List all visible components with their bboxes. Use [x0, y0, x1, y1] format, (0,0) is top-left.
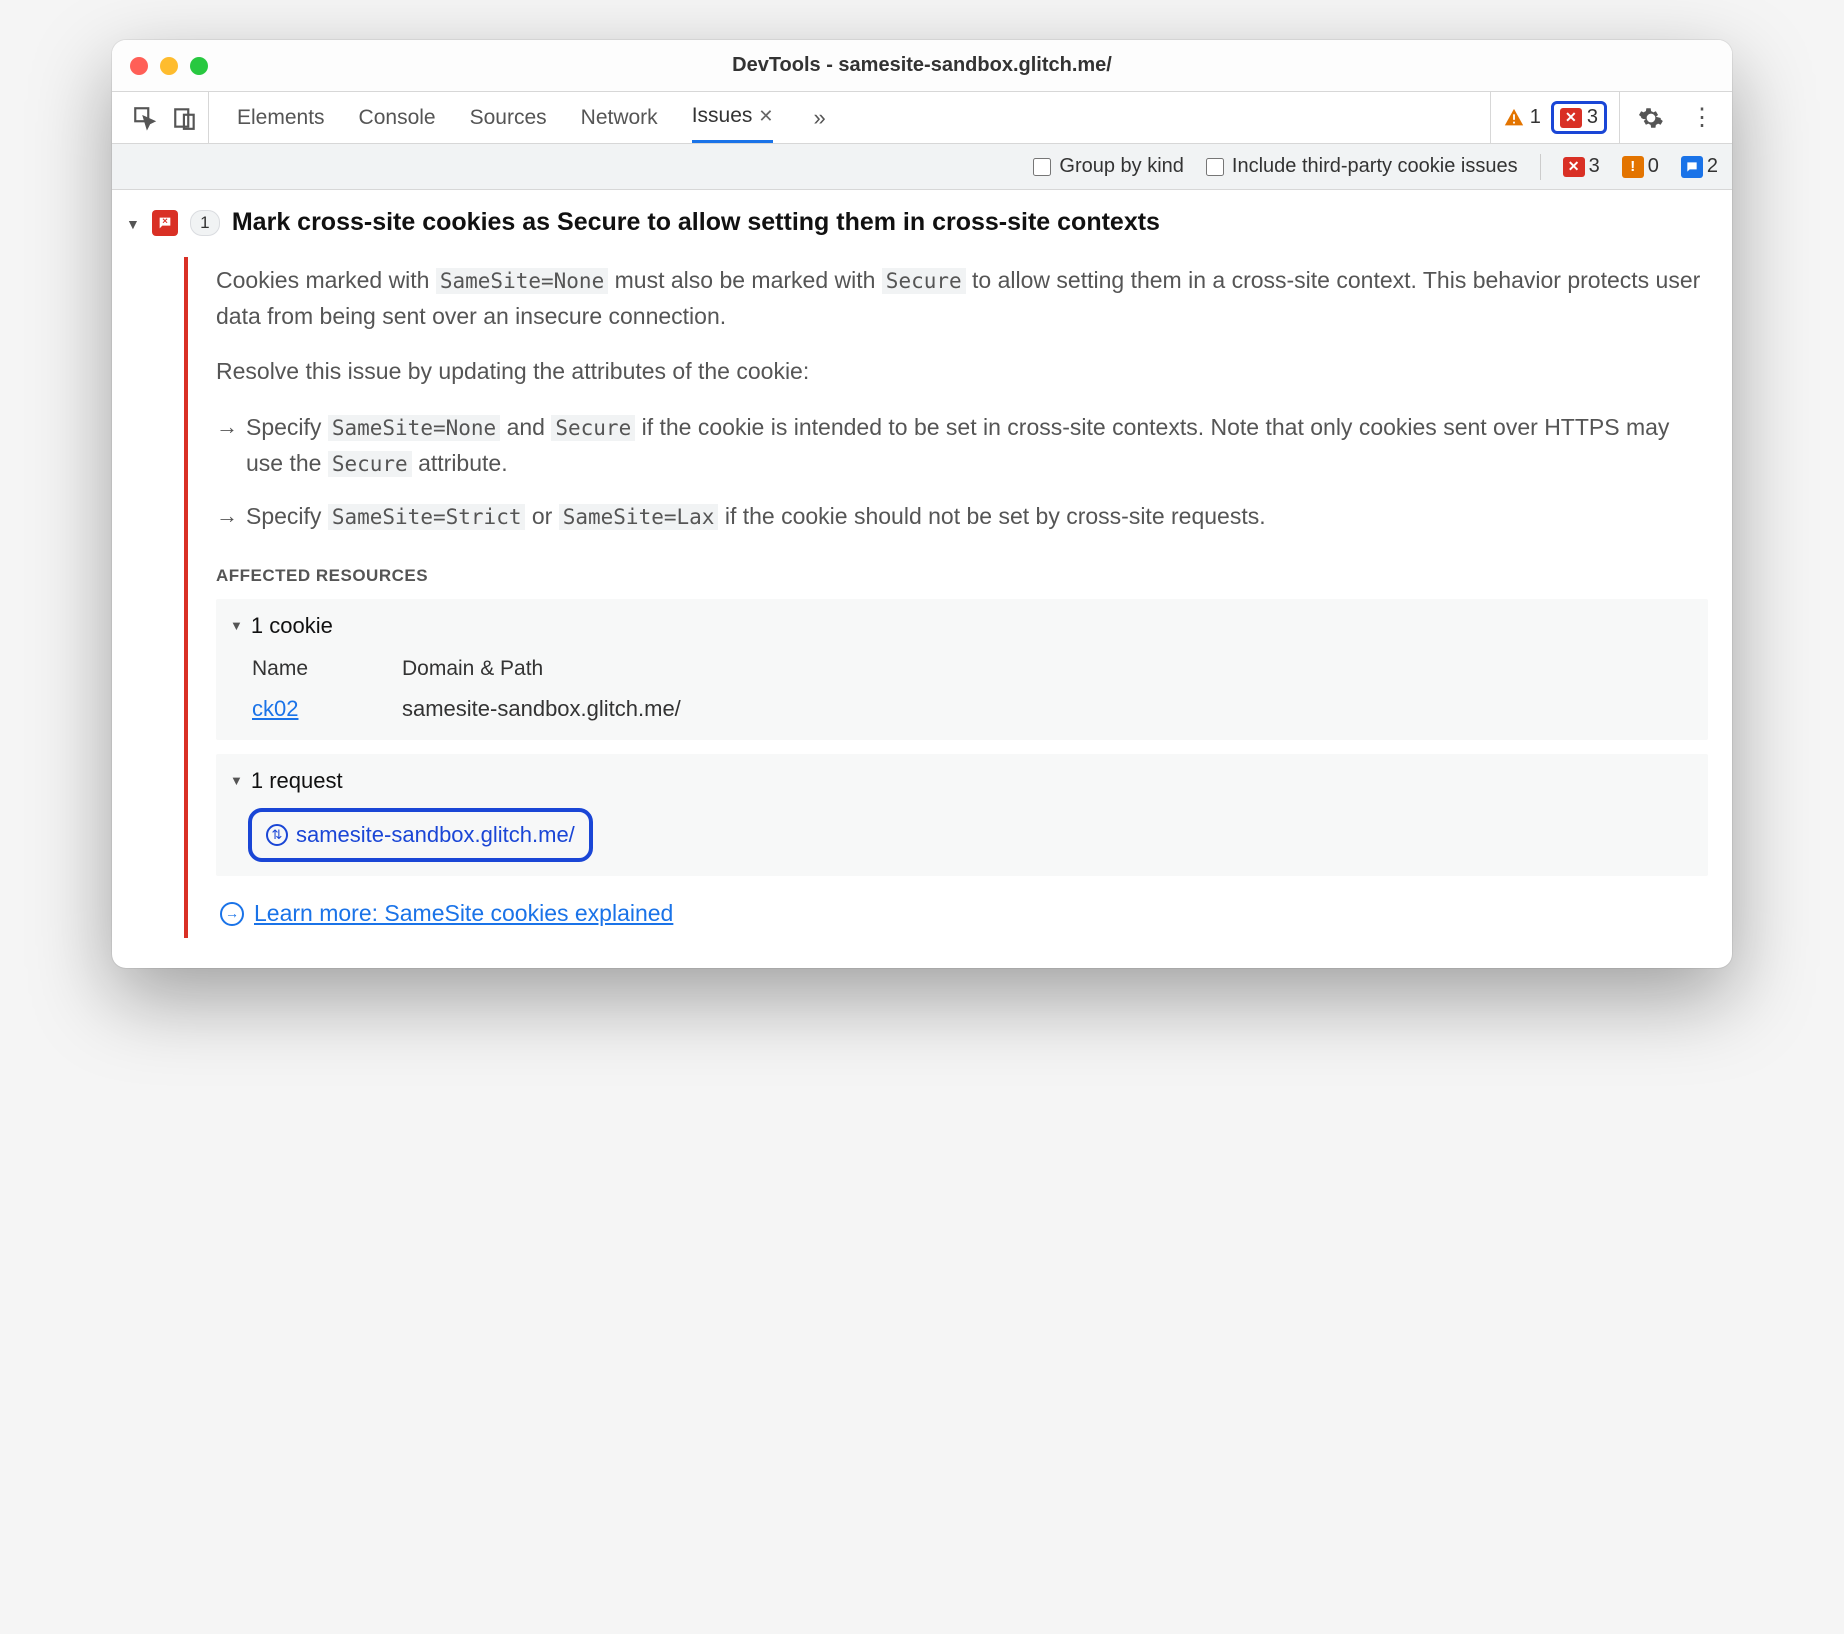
warn-count-value: 0 — [1648, 155, 1659, 178]
tab-list: Elements Console Sources Network Issues … — [217, 92, 832, 143]
window-controls — [130, 57, 208, 75]
warning-icon: ! — [1622, 156, 1644, 178]
group-by-kind-checkbox[interactable]: Group by kind — [1033, 155, 1184, 178]
cookies-header[interactable]: ▼ 1 cookie — [230, 609, 1694, 643]
issue-bullet: → Specify SameSite=Strict or SameSite=La… — [216, 499, 1708, 535]
code-snippet: Secure — [551, 415, 635, 441]
status-chips: 1 ✕ 3 — [1490, 92, 1620, 143]
requests-header[interactable]: ▼ 1 request — [230, 764, 1694, 798]
issues-panel: ▼ ✕ 1 Mark cross-site cookies as Secure … — [112, 190, 1732, 968]
svg-text:✕: ✕ — [162, 217, 168, 226]
tab-elements[interactable]: Elements — [237, 92, 325, 143]
disclose-icon[interactable]: ▼ — [126, 208, 140, 232]
code-snippet: Secure — [328, 451, 412, 477]
inspect-icon[interactable] — [132, 105, 158, 131]
errors-count: 3 — [1587, 106, 1598, 129]
warnings-chip[interactable]: 1 — [1503, 106, 1541, 129]
disclose-icon: ▼ — [230, 616, 243, 636]
issue-paragraph: Cookies marked with SameSite=None must a… — [216, 263, 1708, 334]
tab-network[interactable]: Network — [581, 92, 658, 143]
requests-header-label: 1 request — [251, 764, 343, 798]
affected-resources-heading: AFFECTED RESOURCES — [216, 563, 1708, 589]
error-icon: ✕ — [1560, 108, 1582, 128]
issue-title: Mark cross-site cookies as Secure to all… — [232, 208, 1160, 237]
cookie-name-link[interactable]: ck02 — [252, 696, 298, 721]
issue-paragraph: Resolve this issue by updating the attri… — [216, 354, 1708, 390]
tab-issues-label: Issues — [692, 104, 753, 128]
issue-bullet: → Specify SameSite=None and Secure if th… — [216, 410, 1708, 481]
info-count-chip[interactable]: 2 — [1681, 155, 1718, 178]
col-domain-header: Domain & Path — [402, 653, 681, 686]
requests-section: ▼ 1 request ⇅ samesite-sandbox.glitch.me… — [216, 754, 1708, 876]
code-snippet: SameSite=None — [328, 415, 500, 441]
cookies-header-label: 1 cookie — [251, 609, 333, 643]
error-icon: ✕ — [1563, 157, 1585, 177]
toolbar: Elements Console Sources Network Issues … — [112, 92, 1732, 144]
third-party-checkbox[interactable]: Include third-party cookie issues — [1206, 155, 1518, 178]
cookies-section: ▼ 1 cookie Name ck02 Domain & Path sames… — [216, 599, 1708, 740]
code-snippet: SameSite=Strict — [328, 504, 526, 530]
error-count-value: 3 — [1589, 155, 1600, 178]
warning-icon — [1503, 107, 1525, 129]
warn-count-chip[interactable]: ! 0 — [1622, 155, 1659, 178]
device-toggle-icon[interactable] — [172, 105, 198, 131]
code-snippet: SameSite=Lax — [559, 504, 719, 530]
code-snippet: SameSite=None — [436, 268, 608, 294]
network-icon: ⇅ — [266, 824, 288, 846]
disclose-icon: ▼ — [230, 771, 243, 791]
tab-issues[interactable]: Issues ✕ — [692, 92, 774, 143]
error-count-chip[interactable]: ✕ 3 — [1563, 155, 1600, 178]
minimize-window-button[interactable] — [160, 57, 178, 75]
tab-console[interactable]: Console — [359, 92, 436, 143]
window-title: DevTools - samesite-sandbox.glitch.me/ — [112, 54, 1732, 77]
cookies-table: Name ck02 Domain & Path samesite-sandbox… — [230, 653, 1694, 726]
tab-sources[interactable]: Sources — [470, 92, 547, 143]
settings-button[interactable] — [1638, 105, 1664, 131]
learn-more-row: → Learn more: SameSite cookies explained — [220, 896, 1708, 932]
code-snippet: Secure — [882, 268, 966, 294]
more-tabs-button[interactable]: » — [807, 105, 831, 131]
third-party-label: Include third-party cookie issues — [1232, 155, 1518, 178]
issue-count-badge: 1 — [190, 210, 220, 236]
maximize-window-button[interactable] — [190, 57, 208, 75]
group-by-kind-label: Group by kind — [1059, 155, 1184, 178]
info-count-value: 2 — [1707, 155, 1718, 178]
group-by-kind-input[interactable] — [1033, 158, 1051, 176]
close-window-button[interactable] — [130, 57, 148, 75]
errors-chip[interactable]: ✕ 3 — [1551, 101, 1607, 134]
info-icon — [1681, 156, 1703, 178]
arrow-icon: → — [216, 410, 238, 481]
close-tab-icon[interactable]: ✕ — [758, 106, 773, 127]
titlebar: DevTools - samesite-sandbox.glitch.me/ — [112, 40, 1732, 92]
request-link[interactable]: ⇅ samesite-sandbox.glitch.me/ — [248, 808, 593, 862]
col-name-header: Name — [252, 653, 362, 686]
cookie-domain-value: samesite-sandbox.glitch.me/ — [402, 692, 681, 726]
arrow-circle-icon: → — [220, 902, 244, 926]
devtools-window: DevTools - samesite-sandbox.glitch.me/ E… — [112, 40, 1732, 968]
arrow-icon: → — [216, 499, 238, 535]
issues-filter-bar: Group by kind Include third-party cookie… — [112, 144, 1732, 190]
issue-header-row[interactable]: ▼ ✕ 1 Mark cross-site cookies as Secure … — [112, 208, 1732, 237]
request-url: samesite-sandbox.glitch.me/ — [296, 818, 575, 852]
third-party-input[interactable] — [1206, 158, 1224, 176]
page-error-icon: ✕ — [152, 210, 178, 236]
more-menu-button[interactable]: ⋮ — [1682, 103, 1722, 132]
warnings-count: 1 — [1530, 106, 1541, 129]
issue-detail: Cookies marked with SameSite=None must a… — [184, 257, 1708, 938]
learn-more-link[interactable]: Learn more: SameSite cookies explained — [254, 896, 673, 932]
